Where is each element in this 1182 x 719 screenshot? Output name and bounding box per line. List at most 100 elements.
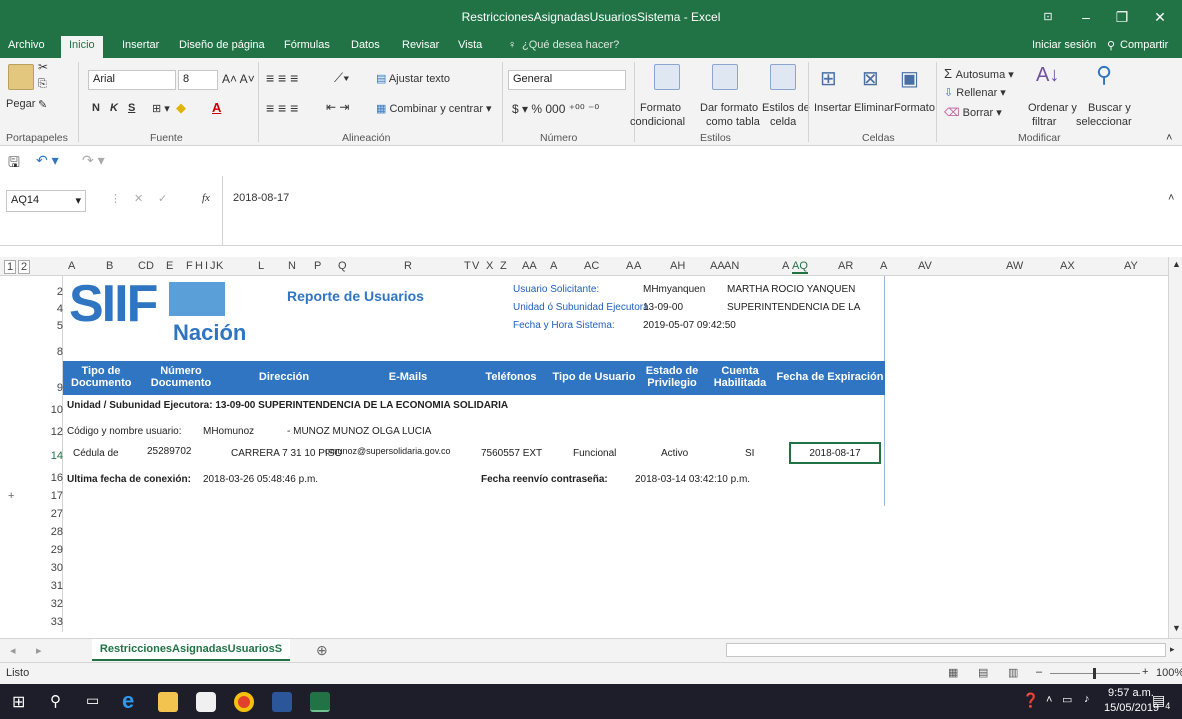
col-q[interactable]: Q <box>338 260 347 272</box>
cell-doc-type[interactable]: Cédula de <box>73 448 119 459</box>
row-30[interactable]: 30 <box>34 562 63 574</box>
col-ap[interactable]: A <box>782 260 789 272</box>
format-table-label-1[interactable]: Dar formato <box>700 102 758 114</box>
col-ac[interactable]: AC <box>584 260 599 272</box>
col-ag[interactable]: A <box>634 260 641 272</box>
merge-center-button[interactable]: ▦ Combinar y centrar ▾ <box>376 102 492 115</box>
col-b[interactable]: B <box>106 260 113 272</box>
ribbon-display-icon[interactable]: ⊡ <box>1030 6 1066 28</box>
format-table-label-2[interactable]: como tabla <box>706 116 760 128</box>
italic-button[interactable]: K <box>110 102 118 114</box>
delete-cells-icon[interactable]: ⊠ <box>862 66 879 91</box>
volume-icon[interactable]: ♪ <box>1084 693 1090 705</box>
row-8[interactable]: 8 <box>34 346 63 358</box>
word-icon[interactable] <box>272 692 292 712</box>
zoom-thumb[interactable] <box>1093 668 1096 679</box>
find-label-2[interactable]: seleccionar <box>1076 116 1132 128</box>
autosum-button[interactable]: Σ Autosuma ▾ <box>944 66 1014 81</box>
sheet-tab-active[interactable]: RestriccionesAsignadasUsuariosS <box>92 639 290 661</box>
indent-icon[interactable]: ⇤ ⇥ <box>326 100 349 114</box>
save-icon[interactable]: 🖫 <box>8 152 20 176</box>
row-14[interactable]: 14 <box>34 450 63 462</box>
col-h[interactable]: H <box>195 260 203 272</box>
cell-doc-num[interactable]: 25289702 <box>147 446 192 457</box>
chrome-icon[interactable] <box>234 692 254 712</box>
tell-me-input[interactable]: ¿Qué desea hacer? <box>522 39 619 51</box>
col-aa[interactable]: AA <box>522 260 537 272</box>
cell-phone[interactable]: 7560557 EXT <box>481 448 542 459</box>
function-icon[interactable]: fx <box>202 192 210 204</box>
col-ab[interactable]: A <box>550 260 557 272</box>
share-button[interactable]: Compartir <box>1120 39 1168 51</box>
sort-label-2[interactable]: filtrar <box>1032 116 1056 128</box>
help-icon[interactable]: ❓ <box>1022 692 1039 709</box>
row-9[interactable]: 9 <box>34 382 63 394</box>
col-ar[interactable]: AR <box>838 260 853 272</box>
fill-color-icon[interactable]: ◆ <box>176 100 186 116</box>
col-k[interactable]: K <box>216 260 223 272</box>
cond-format-label-2[interactable]: condicional <box>630 116 685 128</box>
col-v[interactable]: V <box>472 260 479 272</box>
col-z[interactable]: Z <box>500 260 507 272</box>
file-explorer-icon[interactable] <box>158 692 178 712</box>
close-button[interactable]: ✕ <box>1142 6 1178 28</box>
tab-inicio[interactable]: Inicio <box>61 36 103 58</box>
row-17[interactable]: 17 <box>34 490 63 502</box>
outline-level-2[interactable]: 2 <box>18 260 30 274</box>
cond-format-label-1[interactable]: Formato <box>640 102 681 114</box>
col-av[interactable]: AV <box>918 260 932 272</box>
col-aq[interactable]: AQ <box>792 260 808 274</box>
row-2[interactable]: 2 <box>34 286 63 298</box>
col-x[interactable]: X <box>486 260 493 272</box>
scroll-down-icon[interactable]: ▼ <box>1172 623 1181 633</box>
page-layout-icon[interactable]: ▤ <box>978 666 988 679</box>
network-icon[interactable]: ▭ <box>1062 693 1072 706</box>
insert-cells-icon[interactable]: ⊞ <box>820 66 837 91</box>
find-label-1[interactable]: Buscar y <box>1088 102 1131 114</box>
paste-icon[interactable] <box>8 64 34 90</box>
col-r[interactable]: R <box>404 260 412 272</box>
page-break-icon[interactable]: ▥ <box>1008 666 1018 679</box>
col-p[interactable]: P <box>314 260 321 272</box>
underline-button[interactable]: S <box>128 102 135 114</box>
col-t[interactable]: T <box>464 260 471 272</box>
zoom-level[interactable]: 100% <box>1156 667 1182 679</box>
search-icon[interactable]: ⚲ <box>50 692 61 710</box>
row-27[interactable]: 27 <box>34 508 63 520</box>
edge-icon[interactable]: e <box>122 688 134 714</box>
tab-vista[interactable]: Vista <box>458 39 482 51</box>
font-size-combo[interactable]: 8 <box>178 70 218 90</box>
excel-icon[interactable] <box>310 692 330 712</box>
copy-icon[interactable]: ⎘ <box>38 78 47 91</box>
notification-icon[interactable]: ▤4 <box>1152 692 1170 711</box>
col-ay[interactable]: AY <box>1124 260 1138 272</box>
add-sheet-icon[interactable]: ⊕ <box>316 642 328 659</box>
worksheet[interactable]: SIIF Nación Reporte de Usuarios Usuario … <box>63 275 1168 632</box>
currency-icon[interactable]: $ ▾ % 000 ⁺⁰⁰ ⁻⁰ <box>512 102 599 116</box>
horizontal-scrollbar[interactable] <box>726 643 1166 657</box>
cancel-icon[interactable]: ✕ <box>134 192 143 205</box>
task-view-icon[interactable]: ▭ <box>86 692 99 709</box>
tab-revisar[interactable]: Revisar <box>402 39 439 51</box>
sort-label-1[interactable]: Ordenar y <box>1028 102 1077 114</box>
vertical-scrollbar[interactable]: ▲ ▼ <box>1168 257 1182 638</box>
conditional-format-icon[interactable] <box>654 64 680 90</box>
fill-button[interactable]: ⇩ Rellenar ▾ <box>944 86 1006 99</box>
format-painter-icon[interactable]: ✎ <box>38 98 47 111</box>
outline-level-1[interactable]: 1 <box>4 260 16 274</box>
format-cells-icon[interactable]: ▣ <box>900 66 919 91</box>
minimize-button[interactable]: – <box>1068 6 1104 28</box>
cell-styles-label-1[interactable]: Estilos de <box>762 102 810 114</box>
tab-archivo[interactable]: Archivo <box>8 39 45 51</box>
clear-button[interactable]: ⌫ Borrar ▾ <box>944 106 1002 119</box>
row-4[interactable]: 4 <box>34 303 63 315</box>
row-16[interactable]: 16 <box>34 472 63 484</box>
col-as[interactable]: A <box>880 260 887 272</box>
number-format-combo[interactable]: General <box>508 70 626 90</box>
sort-filter-icon[interactable]: A↓ <box>1036 64 1059 87</box>
find-icon[interactable]: ⚲ <box>1096 62 1112 88</box>
insert-label[interactable]: Insertar <box>814 102 851 114</box>
cell-priv[interactable]: Activo <box>661 448 688 459</box>
formula-input[interactable]: 2018-08-17 <box>222 176 1177 246</box>
redo-icon[interactable]: ↷ ▾ <box>82 152 105 169</box>
